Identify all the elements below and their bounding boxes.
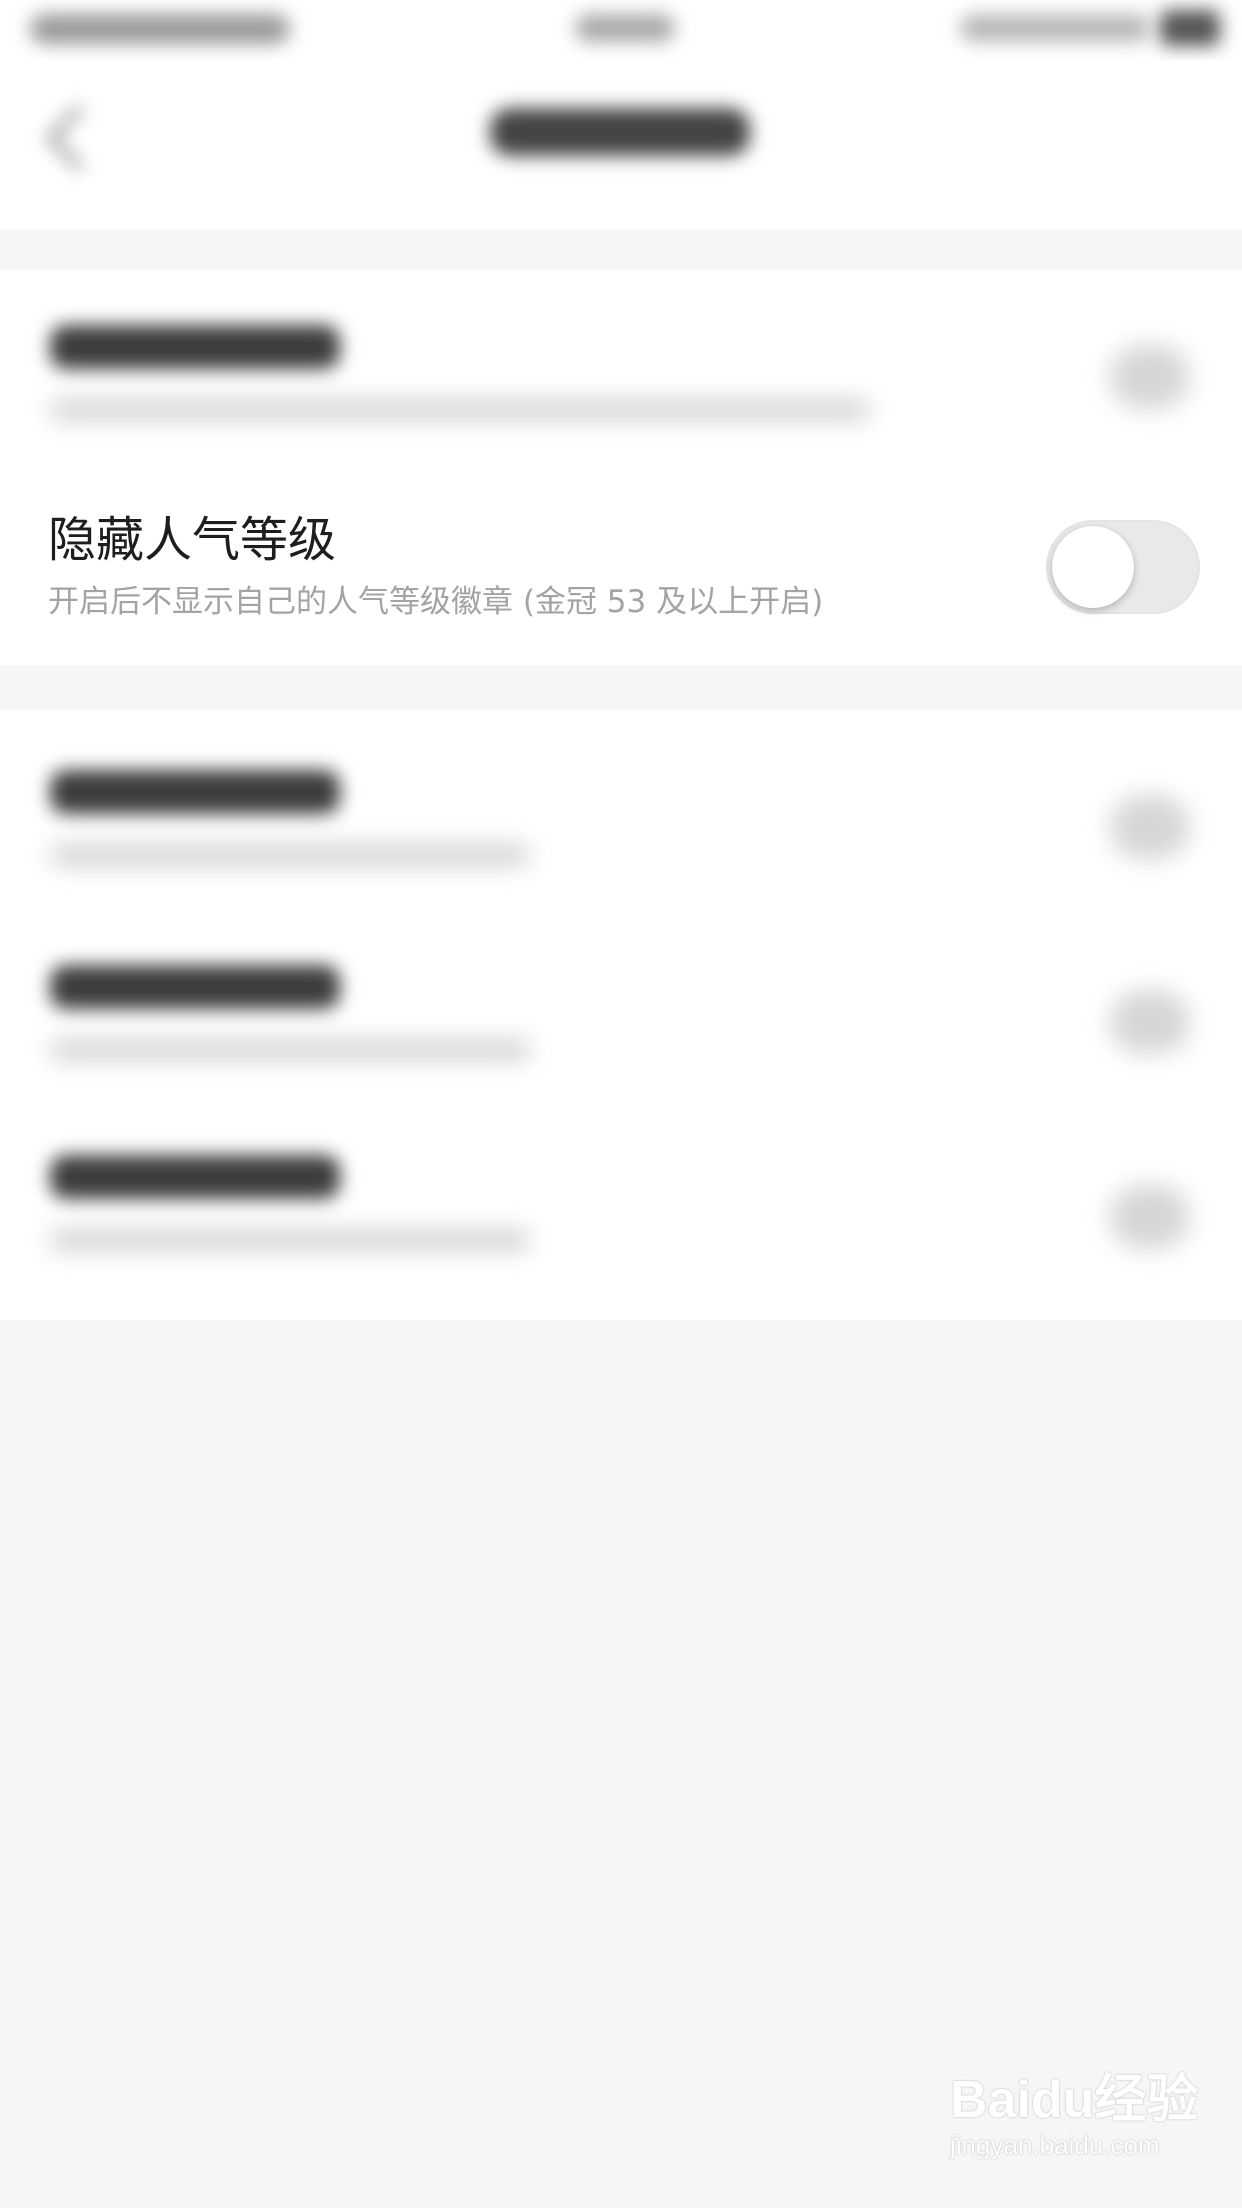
toggle-knob — [1052, 526, 1134, 608]
setting-row-hide-popularity-level: 隐藏人气等级 开启后不显示自己的人气等级徽章 (金冠 53 及以上开启) — [0, 468, 1242, 665]
blurred-setting-title — [50, 325, 340, 369]
blurred-toggle[interactable] — [1110, 990, 1190, 1054]
clock-blurred — [575, 14, 675, 42]
page-title-blurred — [490, 108, 750, 156]
setting-description: 开启后不显示自己的人气等级徽章 (金冠 53 及以上开启) — [48, 584, 824, 620]
blurred-toggle[interactable] — [1110, 345, 1190, 409]
blurred-setting-title — [50, 770, 340, 814]
blurred-setting-title — [50, 1155, 340, 1199]
status-bar — [0, 0, 1242, 60]
blurred-setting-description — [50, 845, 530, 865]
watermark-logo: Baidu经验 — [950, 2071, 1199, 2129]
blurred-toggle[interactable] — [1110, 1185, 1190, 1249]
back-chevron-icon[interactable] — [46, 105, 112, 171]
hide-popularity-level-toggle[interactable] — [1046, 520, 1200, 614]
blurred-setting-description — [50, 1040, 530, 1060]
signal-carrier-blurred — [30, 14, 290, 44]
navigation-bar — [0, 60, 1242, 230]
battery-icon — [1160, 10, 1220, 46]
blurred-setting-description — [50, 400, 870, 420]
settings-group-2 — [0, 710, 1242, 1320]
blurred-setting-title — [50, 965, 340, 1009]
baidu-jingyan-watermark: Baidu经验 jingyan.baidu.com — [950, 2070, 1200, 2180]
blurred-setting-description — [50, 1230, 530, 1250]
watermark-url: jingyan.baidu.com — [950, 2130, 1160, 2160]
status-indicators-blurred — [960, 14, 1150, 42]
setting-title: 隐藏人气等级 — [48, 512, 337, 568]
blurred-toggle[interactable] — [1110, 795, 1190, 859]
